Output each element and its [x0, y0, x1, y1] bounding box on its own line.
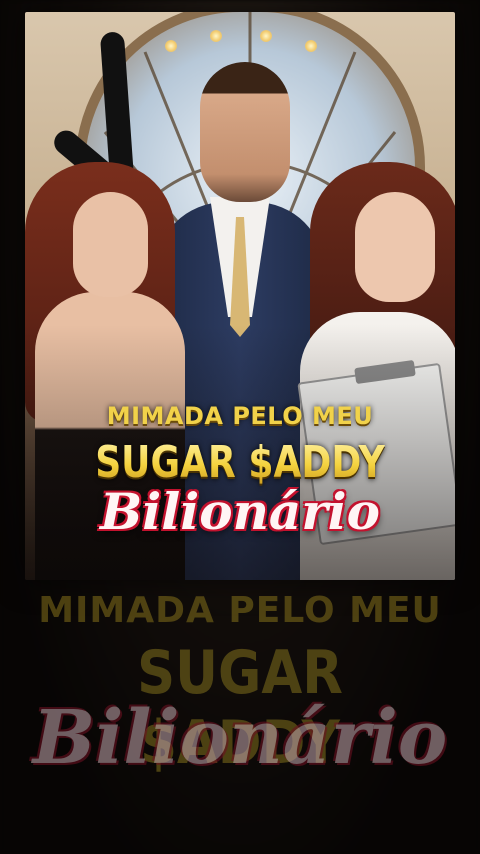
title-line-2: SUGAR $ADDY — [64, 437, 417, 488]
background-title-line-1: MIMADA PELO MEU — [38, 590, 442, 631]
title-line-3: Bilionário — [99, 482, 381, 541]
cover-image[interactable]: MIMADA PELO MEU SUGAR $ADDY Bilionário — [25, 12, 455, 580]
title-line-1: MIMADA PELO MEU — [106, 402, 374, 430]
background-title-line-3: Bilionário — [32, 695, 448, 781]
